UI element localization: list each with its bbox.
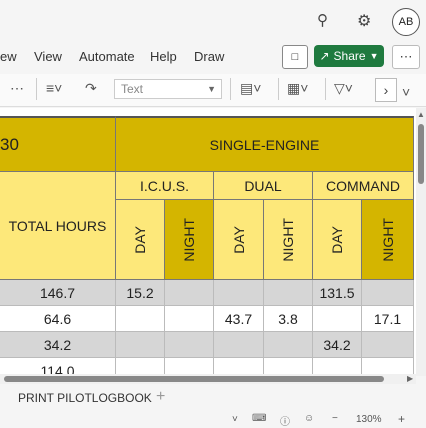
table-format-icon[interactable]: ▦˅ bbox=[287, 80, 308, 97]
vertical-scroll-thumb[interactable] bbox=[418, 124, 424, 184]
table-cell[interactable] bbox=[214, 332, 264, 358]
menu-item-view-partial[interactable]: ew bbox=[0, 49, 17, 64]
ribbon-scroll-right-button[interactable]: › bbox=[375, 78, 397, 102]
conditional-format-icon[interactable]: ▤˅ bbox=[240, 80, 261, 97]
zoom-in-icon[interactable]: + bbox=[398, 412, 405, 426]
sheet-tab-print-pilotlogbook[interactable]: PRINT PILOTLOGBOOK bbox=[18, 391, 152, 405]
table-cell[interactable] bbox=[362, 332, 414, 358]
table-cell[interactable]: 131.5 bbox=[313, 280, 362, 306]
gear-icon[interactable]: ⚙ bbox=[357, 11, 371, 31]
header-label: DAY bbox=[230, 225, 247, 254]
add-sheet-icon[interactable]: + bbox=[156, 388, 165, 406]
table-cell[interactable]: 43.7 bbox=[214, 306, 264, 332]
wrap-text-icon[interactable]: ↷ bbox=[85, 80, 97, 97]
header-dual-day[interactable]: DAY bbox=[214, 200, 264, 280]
more-commands-icon[interactable]: ⋯ bbox=[10, 80, 24, 97]
collapse-ribbon-icon[interactable]: ˅ bbox=[402, 84, 410, 100]
total-hours-cell[interactable]: 64.6 bbox=[0, 306, 116, 332]
header-label: DAY bbox=[329, 225, 345, 254]
table-cell[interactable] bbox=[264, 280, 313, 306]
header-icus-night[interactable]: NIGHT bbox=[165, 200, 214, 280]
total-hours-cell[interactable]: 34.2 bbox=[0, 332, 116, 358]
header-label: NIGHT bbox=[181, 217, 197, 262]
header-command[interactable]: COMMAND bbox=[313, 172, 414, 200]
menu-item-draw[interactable]: Draw bbox=[194, 49, 224, 64]
zoom-out-icon[interactable]: − bbox=[332, 413, 338, 424]
table-cell[interactable] bbox=[116, 358, 165, 374]
align-icon[interactable]: ≡˅ bbox=[46, 80, 62, 96]
ribbon-divider bbox=[325, 78, 326, 100]
zoom-level[interactable]: 130% bbox=[356, 414, 382, 425]
scroll-up-icon[interactable]: ▲ bbox=[417, 110, 425, 119]
menu-item-view[interactable]: View bbox=[34, 49, 62, 64]
header-icus-day[interactable]: DAY bbox=[116, 200, 165, 280]
table-cell[interactable] bbox=[214, 280, 264, 306]
header-label: DAY bbox=[132, 225, 148, 254]
ribbon-divider bbox=[230, 78, 231, 100]
table-cell[interactable] bbox=[264, 332, 313, 358]
number-format-value: Text bbox=[121, 82, 144, 96]
scroll-right-icon[interactable]: ▶ bbox=[407, 374, 413, 383]
menu-item-automate[interactable]: Automate bbox=[79, 49, 135, 64]
header-label: NIGHT bbox=[379, 217, 396, 262]
spreadsheet-grid[interactable]: 30 SINGLE-ENGINE TOTAL HOURS I.C.U.S. DU… bbox=[0, 108, 416, 374]
sort-filter-icon[interactable]: ▽˅ bbox=[334, 80, 353, 97]
table-cell[interactable] bbox=[362, 280, 414, 306]
share-button[interactable]: ↗ Share ▼ bbox=[314, 45, 384, 67]
header-total-hours[interactable]: TOTAL HOURS bbox=[0, 172, 116, 280]
status-bar: ˅ ⌨ ⓘ ☺ − 130% + bbox=[0, 412, 426, 428]
table-cell[interactable]: 3.8 bbox=[264, 306, 313, 332]
comment-icon: □ bbox=[291, 51, 299, 63]
table-cell[interactable] bbox=[165, 280, 214, 306]
more-options-button[interactable]: ⋯ bbox=[392, 45, 420, 69]
comments-button[interactable]: □ bbox=[282, 45, 308, 69]
accessibility-icon[interactable]: ☺ bbox=[304, 413, 314, 424]
header-single-engine[interactable]: SINGLE-ENGINE bbox=[116, 116, 414, 172]
ribbon-divider bbox=[36, 78, 37, 100]
table-cell[interactable] bbox=[264, 358, 313, 374]
table-cell[interactable] bbox=[116, 306, 165, 332]
table-cell[interactable] bbox=[362, 358, 414, 374]
number-format-select[interactable]: Text ▼ bbox=[114, 79, 222, 99]
table-cell[interactable] bbox=[165, 358, 214, 374]
table-cell[interactable] bbox=[165, 332, 214, 358]
table-cell[interactable]: 17.1 bbox=[362, 306, 414, 332]
chevron-down-icon: ▼ bbox=[207, 84, 216, 94]
table-cell[interactable] bbox=[313, 306, 362, 332]
header-label: NIGHT bbox=[280, 217, 296, 262]
share-label: Share bbox=[333, 49, 366, 63]
share-icon: ↗ bbox=[319, 49, 330, 63]
header-command-night[interactable]: NIGHT bbox=[362, 200, 414, 280]
chevron-down-icon[interactable]: ˅ bbox=[232, 414, 238, 425]
header-dual[interactable]: DUAL bbox=[214, 172, 313, 200]
total-hours-cell[interactable]: 114.0 bbox=[0, 358, 116, 374]
keyboard-icon[interactable]: ⌨ bbox=[252, 413, 266, 424]
table-cell[interactable] bbox=[165, 306, 214, 332]
table-cell[interactable]: 34.2 bbox=[313, 332, 362, 358]
chevron-down-icon: ▼ bbox=[369, 51, 379, 61]
table-cell[interactable] bbox=[313, 358, 362, 374]
table-cell[interactable]: 15.2 bbox=[116, 280, 165, 306]
horizontal-scroll-thumb[interactable] bbox=[4, 376, 384, 382]
header-icus[interactable]: I.C.U.S. bbox=[116, 172, 214, 200]
menu-item-help[interactable]: Help bbox=[150, 49, 177, 64]
table-cell[interactable] bbox=[214, 358, 264, 374]
search-icon[interactable]: ⚲ bbox=[317, 11, 328, 29]
header-command-day[interactable]: DAY bbox=[313, 200, 362, 280]
header-dual-night[interactable]: NIGHT bbox=[264, 200, 313, 280]
header-cell-partial[interactable]: 30 bbox=[0, 116, 116, 172]
table-cell[interactable] bbox=[116, 332, 165, 358]
avatar[interactable]: AB bbox=[392, 8, 420, 36]
total-hours-cell[interactable]: 146.7 bbox=[0, 280, 116, 306]
ribbon-divider bbox=[278, 78, 279, 100]
